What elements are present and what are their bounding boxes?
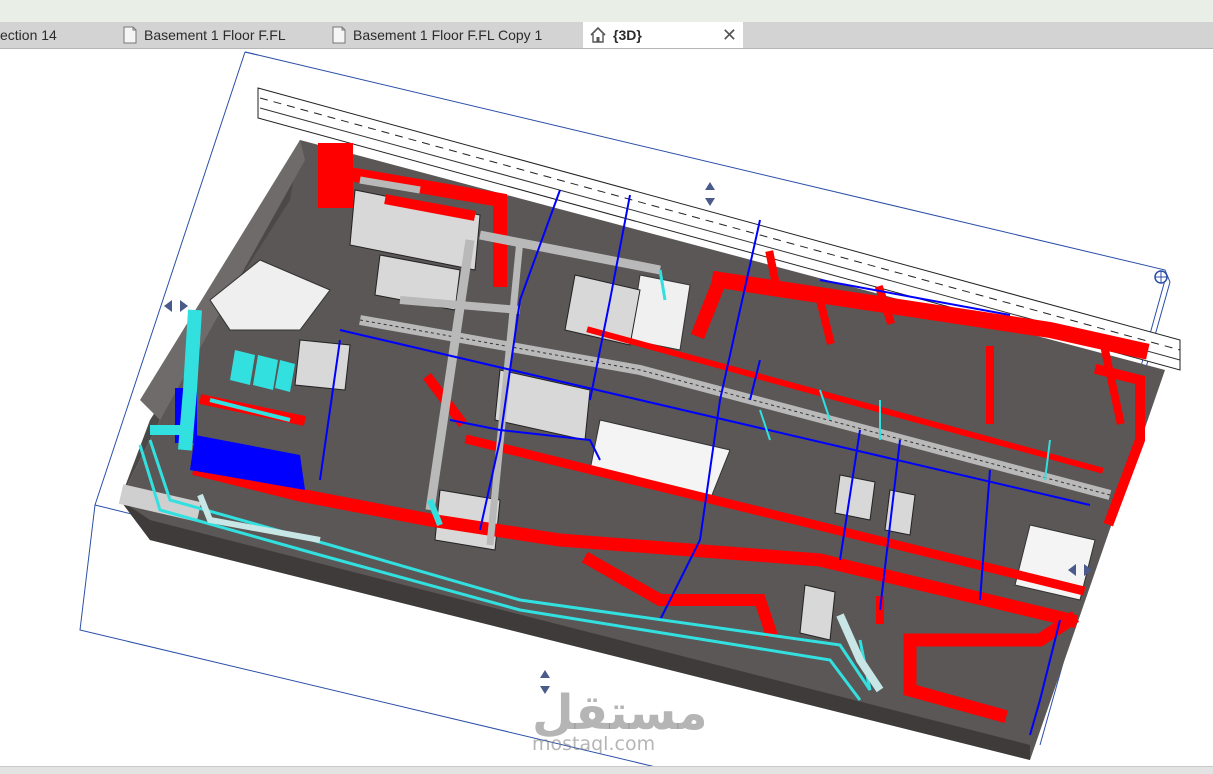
watermark-url: mostaql.com [532,733,656,755]
3d-house-icon [590,26,606,43]
floor-plan-icon [332,26,346,44]
tab-basement-floor[interactable]: Basement 1 Floor F.FL [116,22,316,48]
title-strip [0,0,1213,23]
tab-section-14[interactable]: ection 14 [0,22,110,48]
tab-label: Basement 1 Floor F.FL Copy 1 [353,27,543,43]
tab-label: ection 14 [0,27,57,43]
grip-arrow-icon[interactable] [705,182,715,206]
grip-arrow-icon[interactable] [164,300,188,312]
rotate-grip-icon[interactable] [1154,270,1168,284]
close-icon[interactable]: ✕ [722,25,737,46]
tab-3d[interactable]: {3D} ✕ [583,22,743,48]
floor-plan-icon [123,26,137,44]
tab-label: {3D} [613,27,642,43]
tab-label: Basement 1 Floor F.FL [144,27,286,43]
view-tab-bar: ection 14 Basement 1 Floor F.FL Basement… [0,22,1213,49]
3d-model-viewport[interactable] [0,49,1213,773]
tab-basement-floor-copy[interactable]: Basement 1 Floor F.FL Copy 1 [325,22,575,48]
